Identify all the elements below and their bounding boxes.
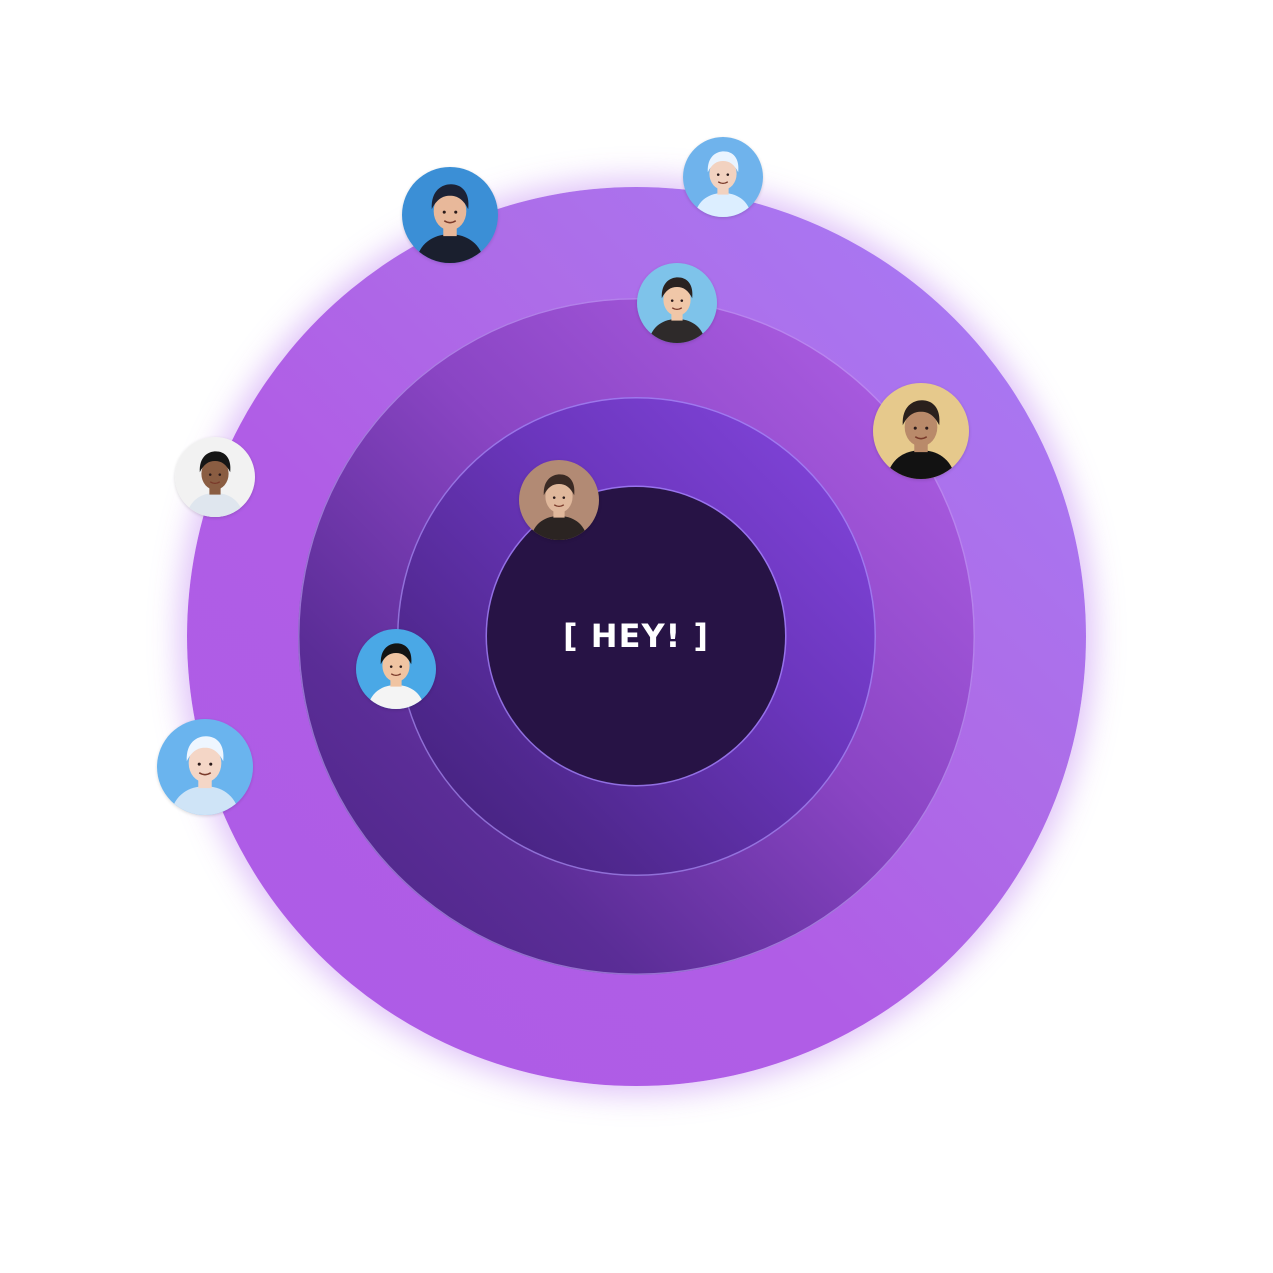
center-label: [ HEY! ] bbox=[563, 617, 709, 655]
avatar-dark-hair-blue-bg[interactable] bbox=[402, 167, 498, 263]
avatar-light-shirt[interactable] bbox=[175, 437, 255, 517]
avatar-beige-bg-turtleneck[interactable] bbox=[873, 383, 969, 479]
avatar-white-hair-sky[interactable] bbox=[157, 719, 253, 815]
avatar-messy-brown-hair[interactable] bbox=[519, 460, 599, 540]
avatar-smiling-with-dog[interactable] bbox=[637, 263, 717, 343]
avatar-curly-hair-blue-bg[interactable] bbox=[356, 629, 436, 709]
avatar-white-hair-sunglasses[interactable] bbox=[683, 137, 763, 217]
